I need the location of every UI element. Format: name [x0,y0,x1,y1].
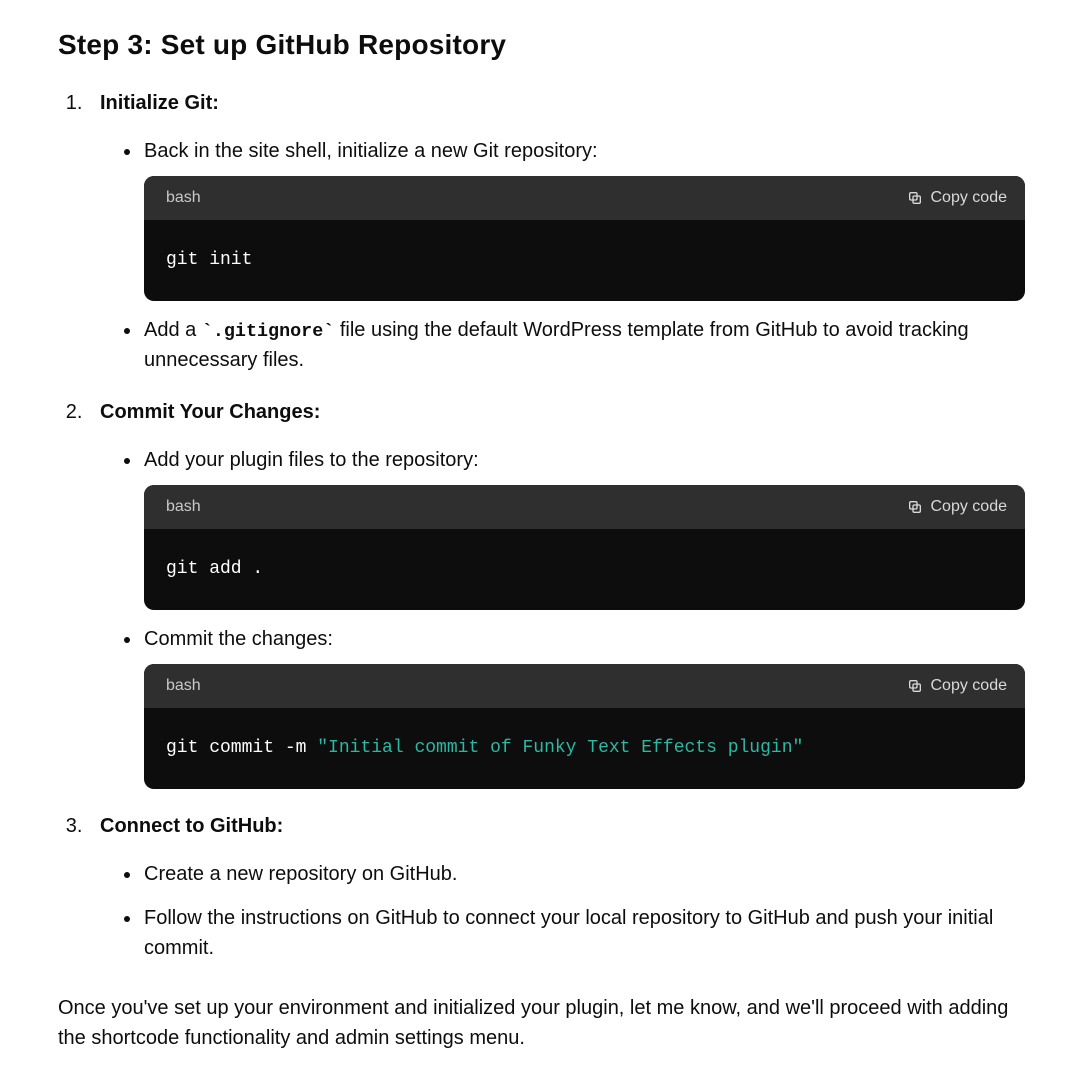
list-item-text: Back in the site shell, initialize a new… [144,140,598,162]
list-item-text: Add your plugin files to the repository: [144,449,479,471]
closing-paragraph: Once you've set up your environment and … [58,993,1025,1053]
list-item: Create a new repository on GitHub. [142,859,1025,889]
code-body: git init [144,220,1025,301]
list-item: Back in the site shell, initialize a new… [142,136,1025,301]
code-block: bash Copy code git init [144,176,1025,301]
list-item-text: Create a new repository on GitHub. [144,863,458,885]
sub-list: Add your plugin files to the repository:… [100,445,1025,789]
code-lang-label: bash [166,186,201,210]
list-item-text: Commit the changes: [144,628,333,650]
list-item: Add your plugin files to the repository:… [142,445,1025,610]
code-header: bash Copy code [144,664,1025,708]
code-header: bash Copy code [144,485,1025,529]
ordered-steps: Initialize Git: Back in the site shell, … [58,88,1025,963]
copy-icon [907,190,923,206]
list-item-text: Follow the instructions on GitHub to con… [144,907,993,959]
step-heading: Step 3: Set up GitHub Repository [58,24,1025,66]
code-string: "Initial commit of Funky Text Effects pl… [317,738,803,758]
copy-icon [907,499,923,515]
code-header: bash Copy code [144,176,1025,220]
step-connect-github: Connect to GitHub: Create a new reposito… [88,811,1025,963]
list-item: Commit the changes: bash Copy code git c… [142,624,1025,789]
text-pre: Add a [144,319,202,341]
copy-label: Copy code [931,186,1008,210]
copy-code-button[interactable]: Copy code [907,495,1008,519]
code-block: bash Copy code git commit -m "Initial co… [144,664,1025,789]
copy-code-button[interactable]: Copy code [907,674,1008,698]
code-body: git add . [144,529,1025,610]
sub-list: Create a new repository on GitHub. Follo… [100,859,1025,963]
code-body: git commit -m "Initial commit of Funky T… [144,708,1025,789]
code-block: bash Copy code git add . [144,485,1025,610]
copy-label: Copy code [931,674,1008,698]
code-lang-label: bash [166,674,201,698]
step-title: Initialize Git: [100,92,219,114]
step-title: Connect to GitHub: [100,815,283,837]
list-item: Follow the instructions on GitHub to con… [142,903,1025,963]
inline-code: `.gitignore` [202,321,334,342]
copy-code-button[interactable]: Copy code [907,186,1008,210]
step-title: Commit Your Changes: [100,401,320,423]
code-lang-label: bash [166,495,201,519]
code-plain: git commit -m [166,738,317,758]
list-item: Add a `.gitignore` file using the defaul… [142,315,1025,376]
step-initialize-git: Initialize Git: Back in the site shell, … [88,88,1025,375]
step-commit-changes: Commit Your Changes: Add your plugin fil… [88,397,1025,789]
sub-list: Back in the site shell, initialize a new… [100,136,1025,375]
copy-label: Copy code [931,495,1008,519]
copy-icon [907,678,923,694]
